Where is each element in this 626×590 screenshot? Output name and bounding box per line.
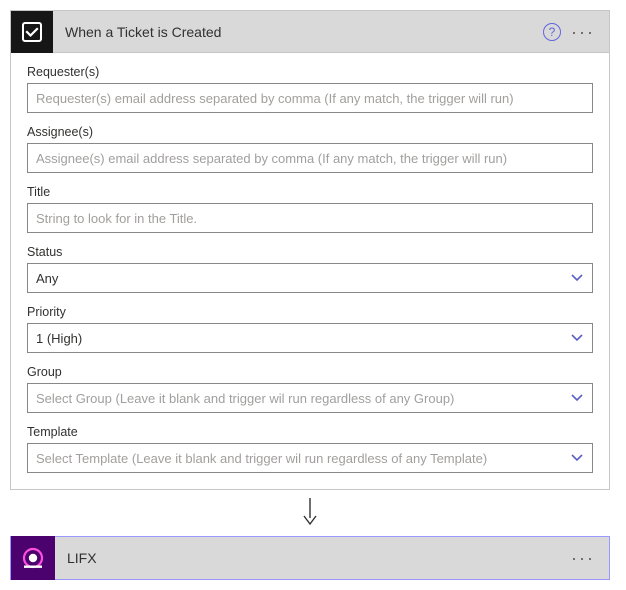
action-title: LIFX [55,550,571,566]
title-input[interactable] [27,203,593,233]
template-select[interactable]: Select Template (Leave it blank and trig… [27,443,593,473]
chevron-down-icon [568,449,586,467]
template-label: Template [27,425,593,439]
action-card[interactable]: LIFX ··· [10,536,610,580]
field-status: Status Any [27,245,593,293]
trigger-title: When a Ticket is Created [53,24,543,40]
lifx-icon [11,536,55,580]
chevron-down-icon [568,389,586,407]
priority-select[interactable]: 1 (High) [27,323,593,353]
field-title: Title [27,185,593,233]
help-icon[interactable]: ? [543,23,561,41]
status-select[interactable]: Any [27,263,593,293]
assignee-label: Assignee(s) [27,125,593,139]
field-requester: Requester(s) [27,65,593,113]
field-template: Template Select Template (Leave it blank… [27,425,593,473]
field-group: Group Select Group (Leave it blank and t… [27,365,593,413]
more-menu-button[interactable]: ··· [571,23,595,41]
group-label: Group [27,365,593,379]
requester-input[interactable] [27,83,593,113]
more-menu-button[interactable]: ··· [571,549,595,567]
group-select[interactable]: Select Group (Leave it blank and trigger… [27,383,593,413]
status-label: Status [27,245,593,259]
priority-selected-value: 1 (High) [36,331,82,346]
ticket-icon [11,11,53,53]
trigger-card-body: Requester(s) Assignee(s) Title Status An… [11,53,609,489]
status-selected-value: Any [36,271,58,286]
chevron-down-icon [568,269,586,287]
trigger-card: When a Ticket is Created ? ··· Requester… [10,10,610,490]
group-placeholder: Select Group (Leave it blank and trigger… [36,391,454,406]
field-assignee: Assignee(s) [27,125,593,173]
flow-connector-arrow [10,490,610,536]
requester-label: Requester(s) [27,65,593,79]
trigger-header-actions: ? ··· [543,23,609,41]
chevron-down-icon [568,329,586,347]
title-label: Title [27,185,593,199]
field-priority: Priority 1 (High) [27,305,593,353]
priority-label: Priority [27,305,593,319]
assignee-input[interactable] [27,143,593,173]
trigger-card-header[interactable]: When a Ticket is Created ? ··· [11,11,609,53]
template-placeholder: Select Template (Leave it blank and trig… [36,451,487,466]
